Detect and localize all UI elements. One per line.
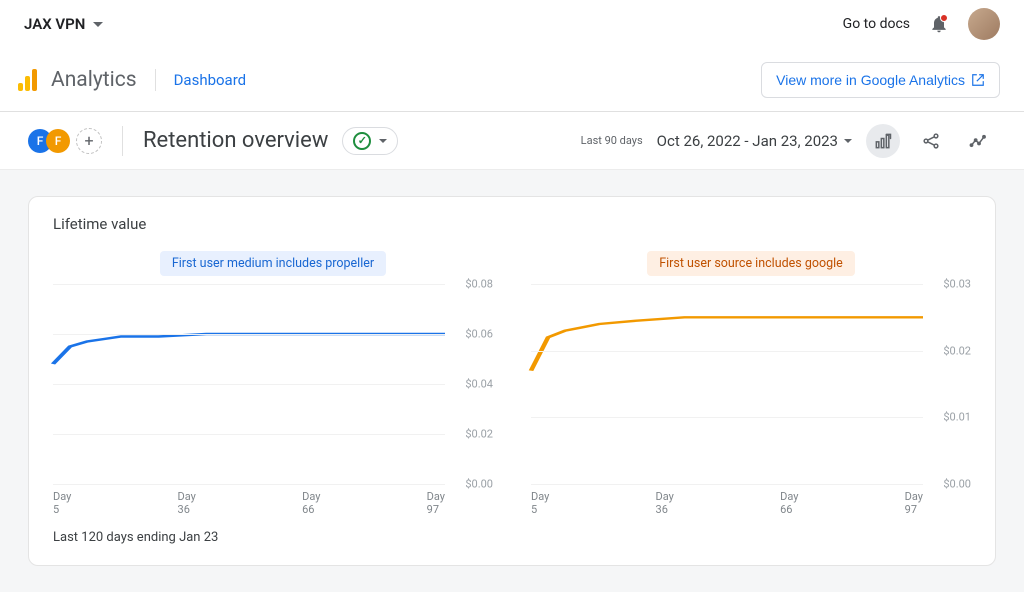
- divider: [122, 126, 123, 156]
- lifetime-value-card: Lifetime value First user medium include…: [28, 196, 996, 566]
- range-label: Last 90 days: [581, 134, 643, 147]
- add-comparison-button[interactable]: +: [76, 128, 102, 154]
- chart-area-1: $0.08$0.06$0.04$0.02$0.00: [53, 284, 493, 484]
- caret-down-icon: [93, 22, 103, 27]
- y-tick-label: $0.00: [943, 478, 971, 491]
- y-tick-label: $0.02: [465, 428, 493, 441]
- y-tick-label: $0.02: [943, 344, 971, 357]
- page-title: Retention overview: [143, 128, 328, 153]
- avatar[interactable]: [968, 8, 1000, 40]
- comparison-chips: F F +: [28, 128, 102, 154]
- x-tick-label: Day97: [427, 490, 445, 516]
- y-tick-label: $0.04: [465, 378, 493, 391]
- x-tick-label: Day5: [531, 490, 549, 516]
- y-tick-label: $0.03: [943, 278, 971, 291]
- grid-line: [531, 417, 923, 418]
- chart-chip-google: First user source includes google: [647, 251, 855, 276]
- share-button[interactable]: [914, 124, 948, 158]
- comparison-chip-2[interactable]: F: [46, 129, 70, 153]
- y-tick-label: $0.00: [465, 478, 493, 491]
- chart-propeller: First user medium includes propeller $0.…: [53, 251, 493, 516]
- notifications-icon[interactable]: [928, 13, 950, 35]
- caret-down-icon: [844, 139, 852, 143]
- subheader-left: F F + Retention overview ✓: [28, 126, 398, 156]
- caret-down-icon: [379, 139, 387, 143]
- card-footer: Last 120 days ending Jan 23: [53, 530, 971, 545]
- dashboard-label[interactable]: Dashboard: [174, 71, 247, 89]
- grid-line: [53, 384, 445, 385]
- divider: [155, 69, 156, 91]
- header-bar: Analytics Dashboard View more in Google …: [0, 48, 1024, 112]
- date-range-value: Oct 26, 2022 - Jan 23, 2023: [657, 132, 838, 150]
- date-range-picker[interactable]: Oct 26, 2022 - Jan 23, 2023: [657, 132, 852, 150]
- y-tick-label: $0.08: [465, 278, 493, 291]
- y-tick-label: $0.06: [465, 328, 493, 341]
- grid-line: [53, 284, 445, 285]
- chart-chip-propeller: First user medium includes propeller: [160, 251, 386, 276]
- y-tick-label: $0.01: [943, 411, 971, 424]
- view-more-label: View more in Google Analytics: [776, 72, 965, 88]
- grid-line: [53, 334, 445, 335]
- x-tick-label: Day36: [178, 490, 196, 516]
- card-title: Lifetime value: [53, 215, 971, 233]
- grid-line: [531, 284, 923, 285]
- analytics-logo-icon: [18, 69, 37, 91]
- subheader-right: Last 90 days Oct 26, 2022 - Jan 23, 2023: [581, 124, 996, 158]
- topbar: JAX VPN Go to docs: [0, 0, 1024, 48]
- x-axis: Day5 Day36 Day66 Day97: [531, 490, 923, 516]
- grid-line: [53, 484, 445, 485]
- grid-line: [531, 484, 923, 485]
- x-tick-label: Day36: [656, 490, 674, 516]
- external-link-icon: [971, 73, 985, 87]
- view-more-button[interactable]: View more in Google Analytics: [761, 62, 1000, 98]
- x-axis: Day5 Day36 Day66 Day97: [53, 490, 445, 516]
- app-name: JAX VPN: [24, 15, 85, 33]
- grid-line: [53, 434, 445, 435]
- insights-button[interactable]: [962, 124, 996, 158]
- go-to-docs-link[interactable]: Go to docs: [843, 16, 910, 32]
- charts-row: First user medium includes propeller $0.…: [53, 251, 971, 516]
- x-tick-label: Day5: [53, 490, 71, 516]
- status-pill[interactable]: ✓: [342, 127, 398, 155]
- x-tick-label: Day66: [780, 490, 798, 516]
- chart-google: First user source includes google $0.03 $…: [531, 251, 971, 516]
- edit-report-button[interactable]: [866, 124, 900, 158]
- grid-line: [531, 351, 923, 352]
- notification-dot-icon: [940, 14, 948, 22]
- check-icon: ✓: [353, 132, 371, 150]
- subheader: F F + Retention overview ✓ Last 90 days …: [0, 112, 1024, 170]
- chart-area-2: $0.03$0.02$0.01$0.00: [531, 284, 971, 484]
- x-tick-label: Day97: [905, 490, 923, 516]
- app-switcher[interactable]: JAX VPN: [24, 15, 103, 33]
- header-left: Analytics Dashboard: [18, 68, 246, 92]
- main: Lifetime value First user medium include…: [0, 170, 1024, 592]
- product-title: Analytics: [51, 68, 137, 92]
- topbar-right: Go to docs: [843, 8, 1000, 40]
- x-tick-label: Day66: [302, 490, 320, 516]
